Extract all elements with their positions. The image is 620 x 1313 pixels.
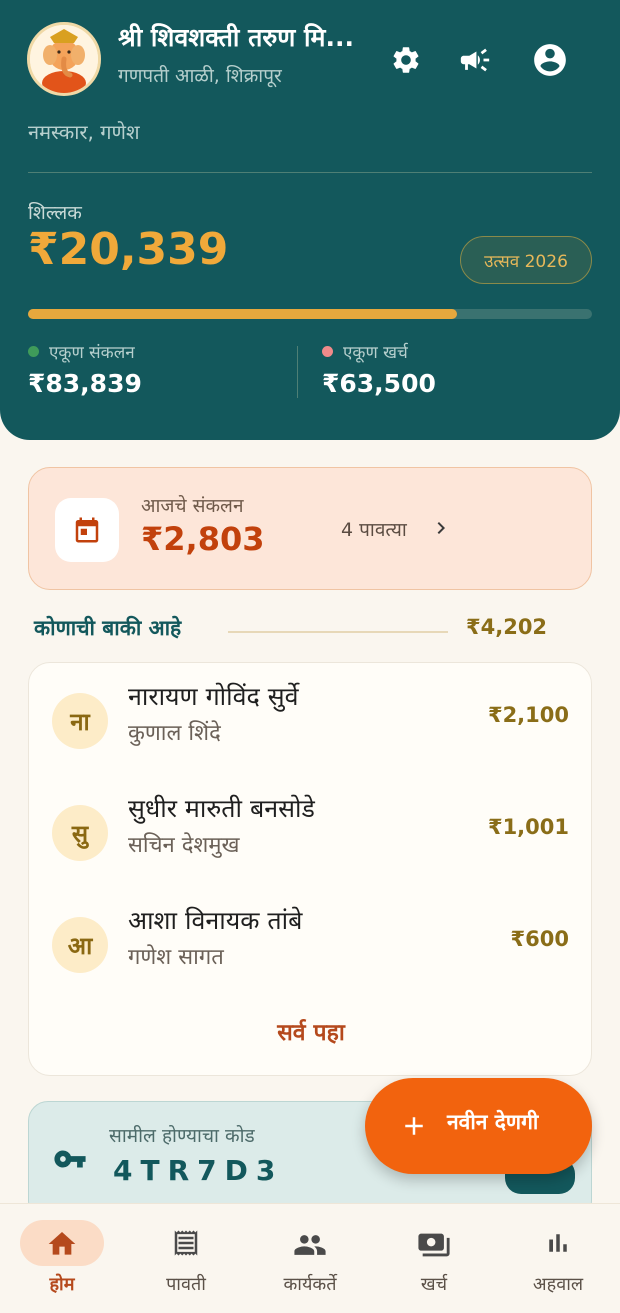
pending-list-card: ना नारायण गोविंद सुर्वे कुणाल शिंदे ₹2,1… (28, 662, 592, 1076)
org-location: गणपती आळी, शिक्रापूर (118, 65, 282, 87)
nav-item-workers[interactable]: कार्यकर्ते (248, 1204, 372, 1313)
balance-progress-bar (28, 309, 592, 319)
join-code-label: सामील होण्याचा कोड (109, 1125, 255, 1147)
nav-item-receipts[interactable]: पावती (124, 1204, 248, 1313)
org-name: श्री शिवशक्ती तरुण मि... (118, 23, 354, 52)
ganesha-icon (30, 25, 98, 93)
stat-divider (297, 346, 298, 398)
total-collection-label: एकूण संकलन (49, 343, 135, 363)
calendar-icon (55, 498, 119, 562)
total-expense-stat: एकूण खर्च ₹63,500 (322, 340, 436, 398)
pending-section-line (228, 631, 448, 633)
receipt-icon (124, 1228, 248, 1258)
person-name: नारायण गोविंद सुर्वे (128, 682, 299, 711)
nav-label-reports: अहवाल (532, 1274, 584, 1295)
nav-item-home[interactable]: होम (0, 1204, 124, 1313)
balance-amount: ₹20,339 (28, 224, 229, 275)
header-panel: श्री शिवशक्ती तरुण मि... गणपती आळी, शिक्… (0, 0, 620, 440)
nav-item-reports[interactable]: अहवाल (496, 1204, 620, 1313)
account-icon[interactable] (528, 38, 572, 82)
people-icon (248, 1228, 372, 1262)
today-receipt-count: 4 पावत्या (341, 519, 407, 541)
nav-label-home: होम (49, 1274, 75, 1295)
nav-label-workers: कार्यकर्ते (283, 1274, 337, 1295)
collection-dot-icon (28, 346, 39, 357)
collector-name: सचिन देशमुख (128, 833, 240, 858)
org-avatar[interactable] (27, 22, 101, 96)
total-collection-value: ₹83,839 (28, 369, 142, 398)
join-code-value: 4TR7D3 (113, 1154, 284, 1187)
key-icon (53, 1142, 87, 1180)
pending-total: ₹4,202 (466, 615, 548, 639)
balance-progress-fill (28, 309, 457, 319)
home-icon (0, 1228, 124, 1260)
pending-amount: ₹600 (510, 927, 569, 951)
see-all-link[interactable]: सर्व पहा (29, 1015, 593, 1047)
balance-label: शिल्लक (28, 202, 82, 224)
nav-label-receipts: पावती (166, 1274, 206, 1295)
collector-name: कुणाल शिंदे (128, 721, 221, 746)
greeting-text: नमस्कार, गणेश (28, 120, 140, 144)
pending-list-item[interactable]: सु सुधीर मारुती बनसोडे सचिन देशमुख ₹1,00… (29, 785, 593, 875)
plus-icon (399, 1111, 429, 1145)
settings-icon[interactable] (384, 38, 428, 82)
nav-label-expenses: खर्च (420, 1274, 448, 1295)
new-donation-label: नवीन देणगी (447, 1110, 539, 1134)
person-name: आशा विनायक तांबे (128, 906, 303, 935)
person-initial-avatar: सु (52, 805, 108, 861)
expense-dot-icon (322, 346, 333, 357)
collector-name: गणेश सागत (128, 945, 224, 970)
pending-amount: ₹1,001 (487, 815, 569, 839)
total-collection-stat: एकूण संकलन ₹83,839 (28, 340, 142, 398)
person-name: सुधीर मारुती बनसोडे (128, 794, 315, 823)
bottom-navigation: होम पावती कार्यकर्ते खर्च अहवाल (0, 1203, 620, 1313)
header-divider (28, 172, 592, 173)
chevron-right-icon (429, 516, 453, 544)
total-expense-value: ₹63,500 (322, 369, 436, 398)
new-donation-button[interactable]: नवीन देणगी (365, 1078, 592, 1174)
pending-section-title: कोणाची बाकी आहे (34, 616, 182, 640)
payments-icon (372, 1228, 496, 1262)
person-initial-avatar: आ (52, 917, 108, 973)
today-collection-amount: ₹2,803 (141, 520, 265, 558)
pending-list-item[interactable]: ना नारायण गोविंद सुर्वे कुणाल शिंदे ₹2,1… (29, 673, 593, 763)
pending-amount: ₹2,100 (487, 703, 569, 727)
megaphone-icon[interactable] (453, 38, 497, 82)
today-collection-card[interactable]: आजचे संकलन ₹2,803 4 पावत्या (28, 467, 592, 590)
nav-item-expenses[interactable]: खर्च (372, 1204, 496, 1313)
today-collection-label: आजचे संकलन (141, 495, 244, 517)
bar-chart-icon (496, 1228, 620, 1258)
pending-list-item[interactable]: आ आशा विनायक तांबे गणेश सागत ₹600 (29, 897, 593, 987)
total-expense-label: एकूण खर्च (343, 343, 408, 363)
festival-year-chip[interactable]: उत्सव 2026 (460, 236, 592, 284)
person-initial-avatar: ना (52, 693, 108, 749)
